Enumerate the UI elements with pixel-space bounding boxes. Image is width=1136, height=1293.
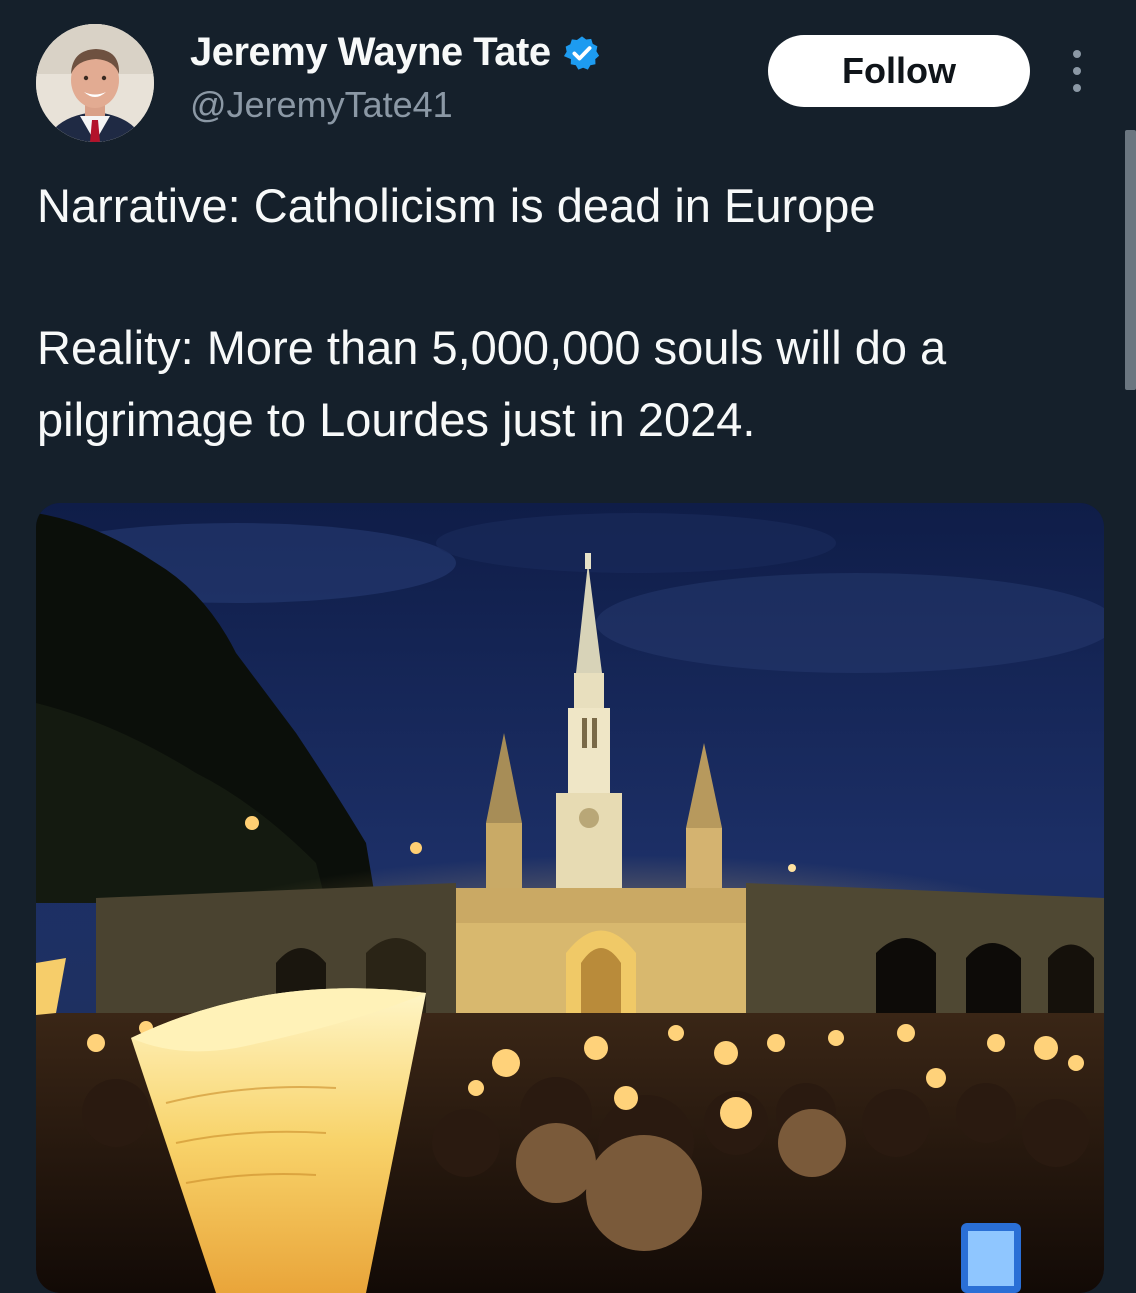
tweet-photo[interactable] xyxy=(36,503,1104,1293)
more-dot xyxy=(1073,50,1081,58)
author-display-name[interactable]: Jeremy Wayne Tate xyxy=(190,30,551,75)
verified-badge-icon xyxy=(563,35,599,70)
author-handle[interactable]: @JeremyTate41 xyxy=(190,84,453,126)
more-dot xyxy=(1073,67,1081,75)
lourdes-basilica-photo xyxy=(36,503,1104,1293)
follow-button[interactable]: Follow xyxy=(768,35,1030,107)
tweet-line-reality: Reality: More than 5,000,000 souls will … xyxy=(37,321,947,446)
avatar-image xyxy=(36,24,154,142)
tweet-text: Narrative: Catholicism is dead in Europe… xyxy=(37,170,1107,456)
tweet-header: Jeremy Wayne Tate @JeremyTate41 Follow xyxy=(0,0,1136,150)
scrollbar[interactable] xyxy=(1125,130,1136,390)
more-dot xyxy=(1073,84,1081,92)
more-options-icon[interactable] xyxy=(1060,50,1094,92)
tweet-line-narrative: Narrative: Catholicism is dead in Europe xyxy=(37,179,876,232)
author-name-row[interactable]: Jeremy Wayne Tate xyxy=(190,30,601,75)
avatar[interactable] xyxy=(36,24,154,142)
